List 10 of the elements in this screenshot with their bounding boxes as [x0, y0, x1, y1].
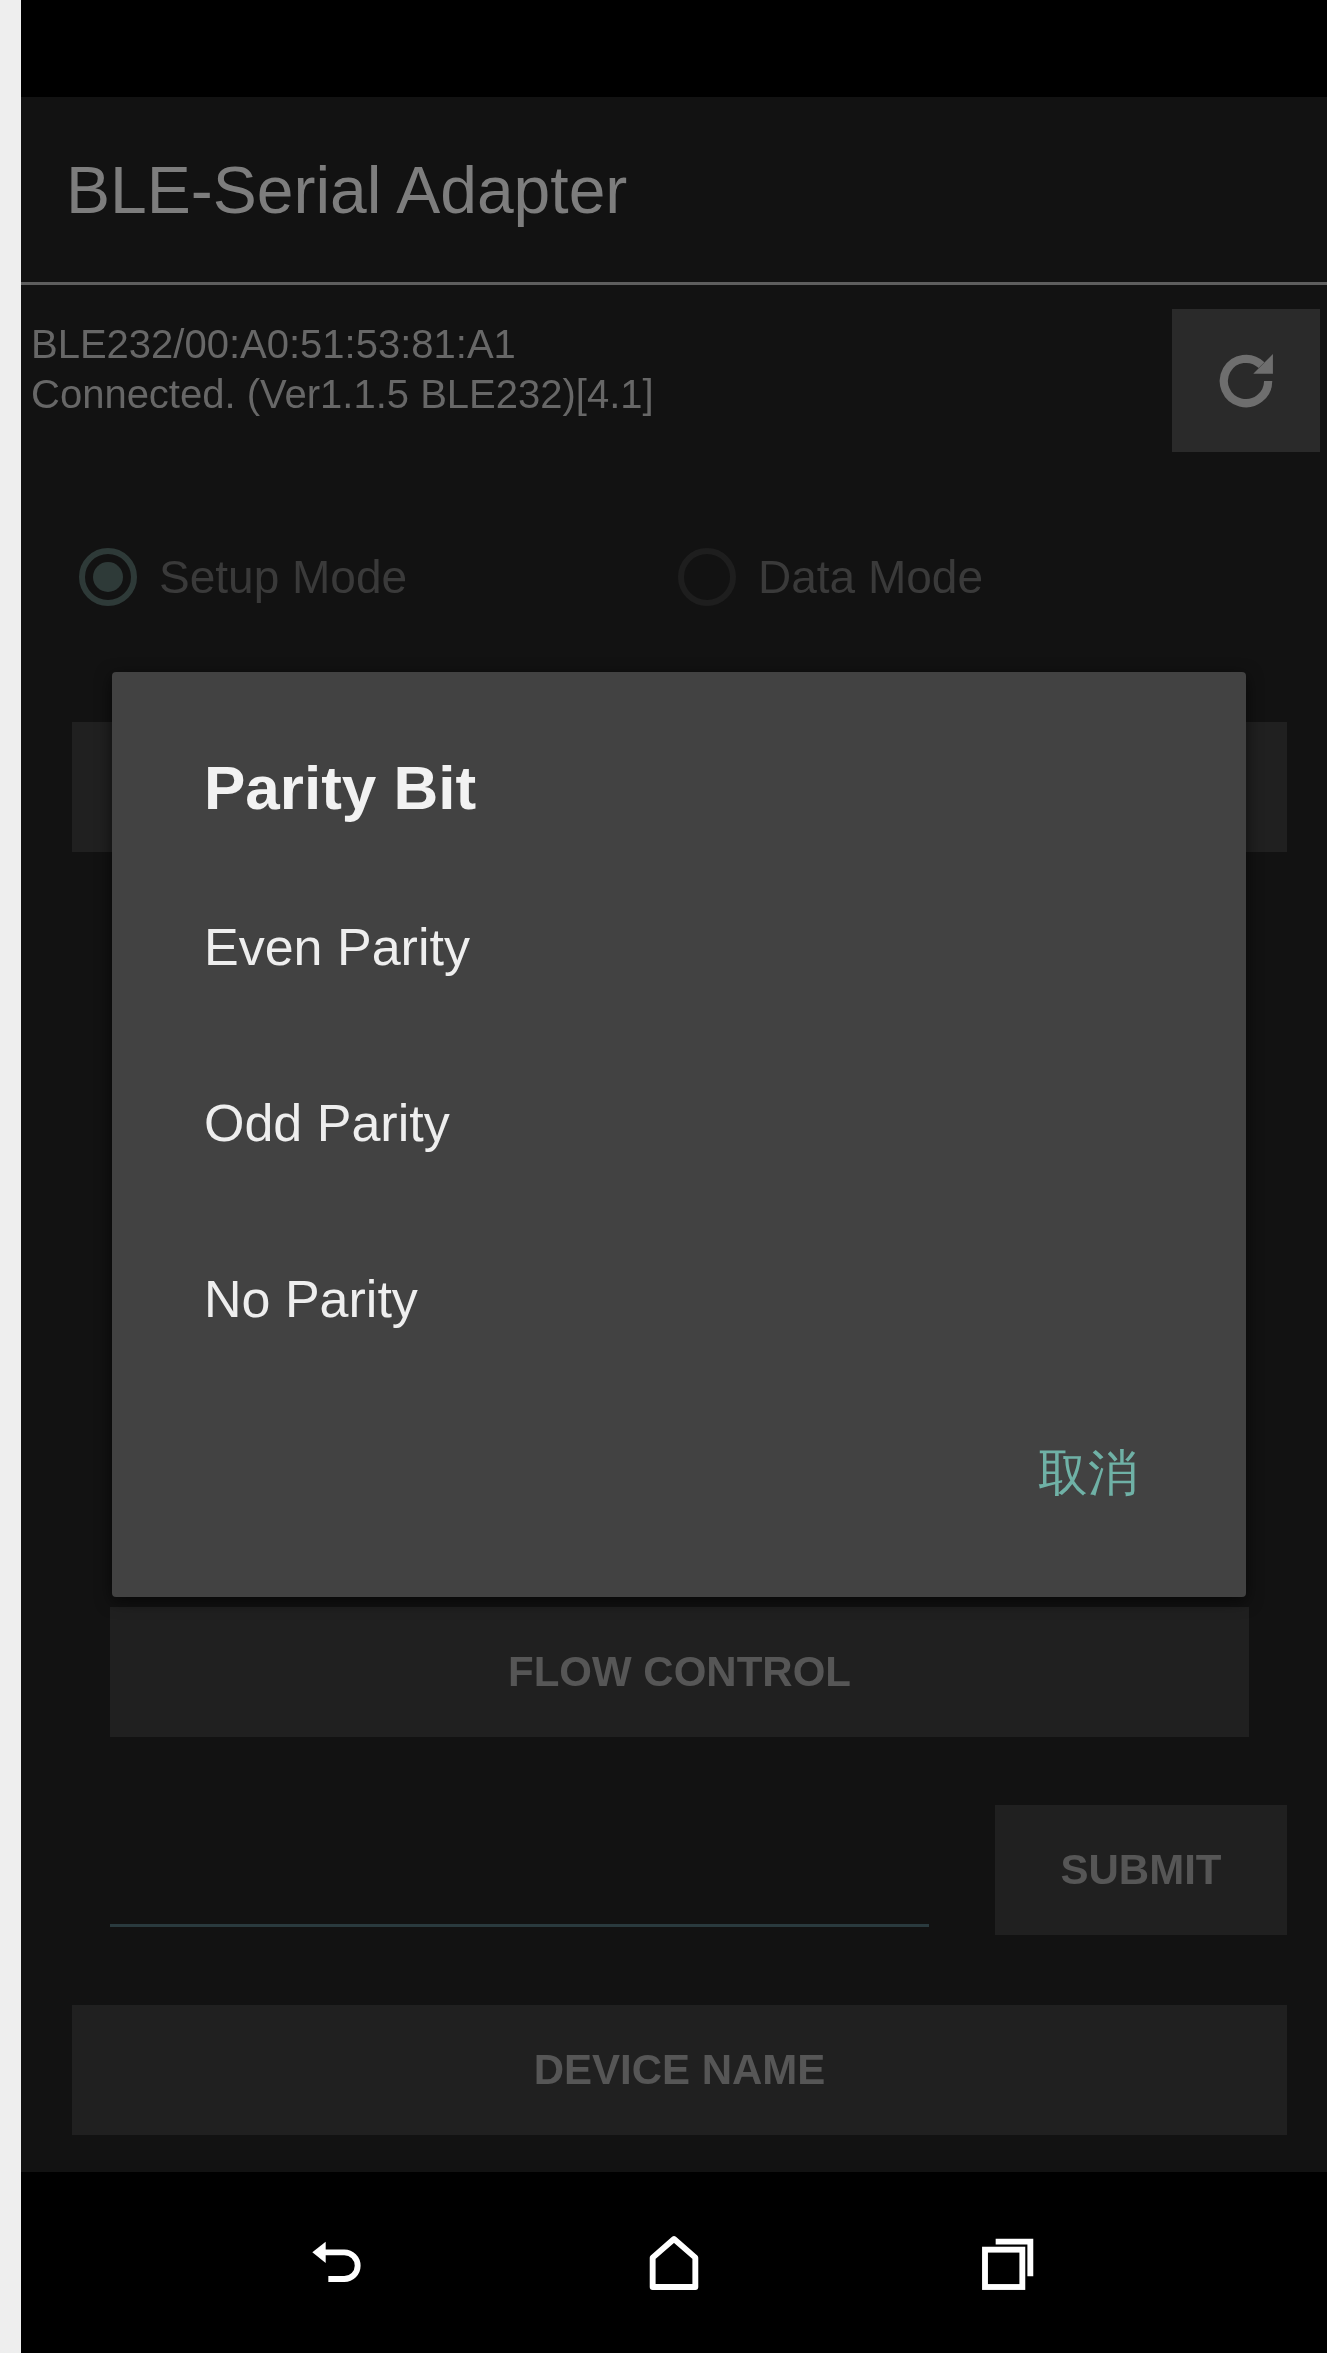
app-title: BLE-Serial Adapter [66, 151, 628, 228]
parity-option[interactable]: Even Parity [204, 859, 470, 1035]
refresh-button[interactable] [1172, 309, 1320, 452]
connection-status: Connected. (Ver1.1.5 BLE232)[4.1] [31, 371, 654, 418]
cancel-button[interactable]: 取消 [1038, 1440, 1138, 1507]
device-address: BLE232/00:A0:51:53:81:A1 [31, 321, 517, 368]
parity-option[interactable]: No Parity [204, 1211, 418, 1387]
radio-button[interactable] [79, 548, 137, 606]
parity-option[interactable]: Odd Parity [204, 1035, 450, 1211]
dialog-title: Parity Bit [204, 752, 478, 823]
